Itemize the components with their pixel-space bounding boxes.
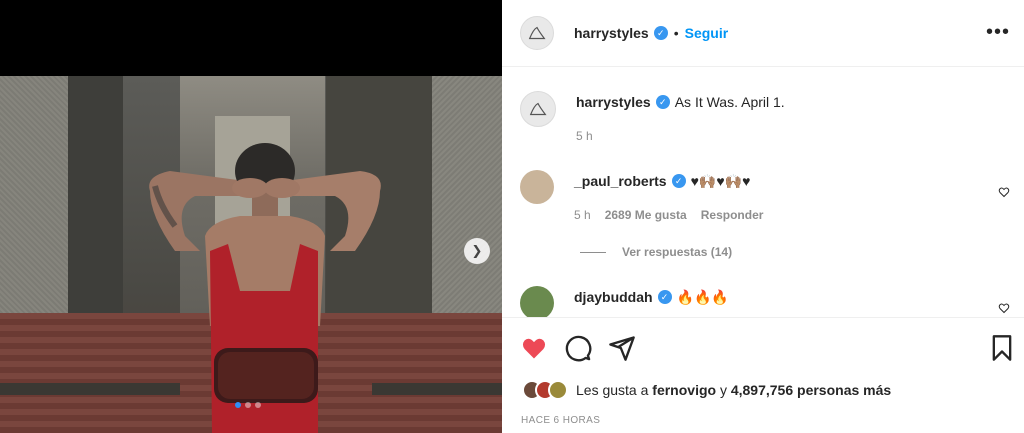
- liked-by-user[interactable]: fernovigo: [652, 382, 716, 398]
- carousel-dot: [255, 402, 261, 408]
- share-button[interactable]: [608, 334, 636, 362]
- comment-item: djaybuddah ✓ 🔥🔥🔥: [520, 286, 1020, 317]
- comment-like-count[interactable]: 2689 Me gusta: [605, 208, 687, 222]
- comments-section: harrystyles ✓ As It Was. April 1. 5 h _p…: [502, 67, 1024, 317]
- post-username[interactable]: harrystyles: [574, 25, 649, 41]
- comment-item: _paul_roberts ✓ ♥🙌🏽♥🙌🏽♥ 5 h 2689 Me gust…: [520, 170, 1020, 222]
- chevron-right-icon: ❯: [471, 243, 483, 258]
- comment-username[interactable]: djaybuddah: [574, 288, 653, 306]
- comment-timestamp[interactable]: 5 h: [574, 208, 591, 222]
- user-avatar-icon: [528, 26, 546, 40]
- separator: •: [673, 25, 679, 41]
- avatar[interactable]: [520, 16, 554, 50]
- carousel-indicator: [235, 402, 261, 408]
- follow-button[interactable]: Seguir: [685, 25, 729, 41]
- post-panel: harrystyles ✓ • Seguir ••• harrystyles ✓…: [502, 0, 1024, 433]
- reply-button[interactable]: Responder: [701, 208, 764, 222]
- caption-username[interactable]: harrystyles: [576, 93, 651, 111]
- replies-divider: [580, 251, 606, 253]
- verified-icon: ✓: [671, 174, 686, 188]
- comment-text: ♥🙌🏽♥🙌🏽♥: [690, 173, 751, 189]
- like-button[interactable]: [520, 334, 548, 362]
- caption: harrystyles ✓ As It Was. April 1. 5 h: [520, 91, 785, 143]
- comment-username[interactable]: _paul_roberts: [574, 172, 667, 190]
- more-options-button[interactable]: •••: [986, 22, 1010, 42]
- save-button[interactable]: [990, 334, 1014, 362]
- avatar[interactable]: [520, 286, 554, 317]
- likes-prefix: Les gusta a: [576, 382, 649, 398]
- user-avatar-icon: [529, 102, 547, 116]
- post-header: harrystyles ✓ • Seguir •••: [502, 0, 1024, 67]
- likes-count[interactable]: 4,897,756 personas más: [731, 382, 891, 398]
- next-slide-button[interactable]: ❯: [464, 238, 490, 264]
- post-timestamp[interactable]: HACE 6 HORAS: [521, 415, 600, 426]
- avatar[interactable]: [520, 91, 556, 127]
- post-media: ❯: [0, 0, 502, 433]
- caption-text: As It Was. April 1.: [674, 94, 785, 110]
- verified-icon: ✓: [653, 26, 668, 40]
- verified-icon: ✓: [657, 290, 672, 304]
- person-figure: [149, 143, 381, 433]
- comment-text: 🔥🔥🔥: [676, 289, 729, 305]
- heart-outline-icon[interactable]: [998, 186, 1010, 198]
- carousel-dot: [245, 402, 251, 408]
- likes-summary: Les gusta a fernovigo y 4,897,756 person…: [522, 380, 891, 400]
- comment-button[interactable]: [564, 334, 592, 362]
- carousel-dot: [235, 402, 241, 408]
- post-actions: Les gusta a fernovigo y 4,897,756 person…: [502, 317, 1024, 433]
- avatar[interactable]: [548, 380, 568, 400]
- heart-outline-icon[interactable]: [998, 302, 1010, 314]
- likes-joiner: y: [719, 382, 727, 398]
- view-replies-label: Ver respuestas (14): [622, 245, 733, 259]
- view-replies-button[interactable]: Ver respuestas (14): [580, 245, 732, 259]
- post-photo: [0, 76, 502, 433]
- caption-timestamp[interactable]: 5 h: [576, 129, 785, 143]
- verified-icon: ✓: [655, 95, 670, 109]
- avatar[interactable]: [520, 170, 554, 204]
